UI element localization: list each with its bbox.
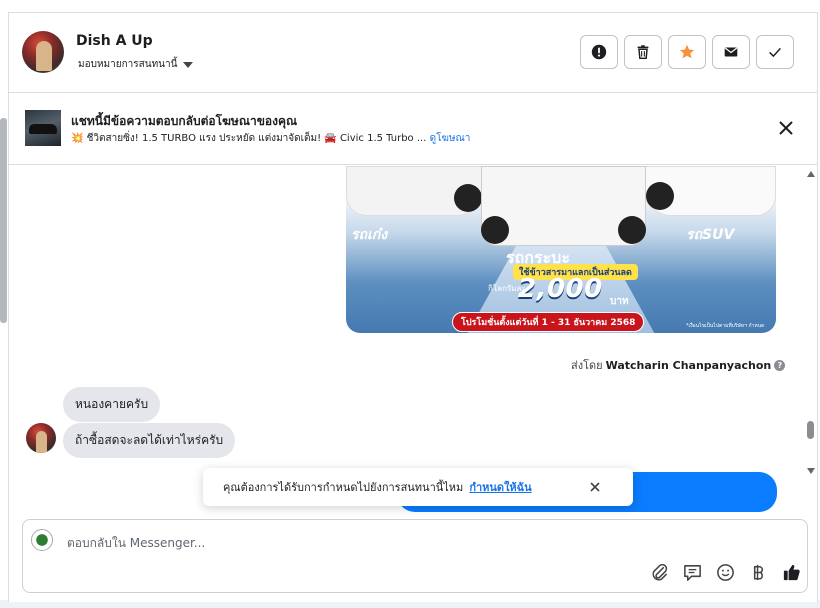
like-icon[interactable] bbox=[781, 562, 802, 583]
message-composer: ตอบกลับใน Messenger... bbox=[22, 519, 808, 593]
contact-avatar-small[interactable] bbox=[26, 423, 56, 453]
close-icon[interactable] bbox=[588, 480, 602, 494]
assign-label: มอบหมายการสนทนานี้ bbox=[78, 59, 178, 70]
contact-avatar[interactable] bbox=[22, 31, 64, 73]
left-scrollbar[interactable] bbox=[0, 118, 7, 323]
incoming-message[interactable]: หนองคายครับ bbox=[63, 387, 161, 422]
conversation-header: Dish A Up มอบหมายการสนทนานี้ bbox=[9, 13, 817, 93]
mark-unread-button[interactable] bbox=[712, 35, 750, 69]
ad-reply-banner: แชทนี้มีข้อความตอบกลับต่อโฆษณาของคุณ 💥 ช… bbox=[9, 93, 817, 165]
saved-replies-icon[interactable] bbox=[682, 562, 703, 583]
promo-period: โปรโมชั่นตั้งแต่วันที่ 1 - 31 ธันวาคม 25… bbox=[452, 312, 645, 332]
header-actions bbox=[580, 35, 794, 69]
trash-icon bbox=[637, 45, 649, 60]
caret-down-icon bbox=[183, 61, 194, 68]
close-icon[interactable] bbox=[777, 119, 795, 137]
page-avatar bbox=[31, 529, 53, 551]
sent-by-label: ส่งโดย Watcharin Chanpanyachon ? bbox=[571, 356, 786, 374]
scroll-thumb[interactable] bbox=[807, 421, 814, 439]
info-icon[interactable]: ? bbox=[774, 359, 786, 371]
promo-image-message[interactable]: รถเก๋ง รถกระบะ รถSUV ใช้ข้าวสารมาแลกเป็น… bbox=[346, 166, 776, 333]
promo-currency: บาท bbox=[610, 296, 629, 307]
assign-reminder-toast: คุณต้องการได้รับการกำหนดไปยังการสนทนานี้… bbox=[203, 468, 633, 506]
mark-done-button[interactable] bbox=[756, 35, 794, 69]
alert-icon bbox=[591, 44, 607, 60]
assign-to-me-link[interactable]: กำหนดให้ฉัน bbox=[469, 478, 531, 496]
attachment-icon[interactable] bbox=[649, 562, 670, 583]
scroll-up-icon[interactable] bbox=[807, 171, 815, 177]
promo-amount: 2,000 bbox=[518, 274, 603, 304]
follow-up-button[interactable] bbox=[668, 35, 706, 69]
promo-label-suv: รถSUV bbox=[686, 227, 735, 243]
promo-fine-print: *เงื่อนไขเป็นไปตามที่บริษัทฯ กำหนด bbox=[686, 323, 765, 329]
emoji-icon[interactable] bbox=[715, 562, 736, 583]
mail-icon bbox=[724, 47, 738, 57]
composer-tools bbox=[649, 562, 802, 583]
ad-preview-text: 💥 ชีวิตสายซิ่ง! 1.5 TURBO แรง ประหยัด แต… bbox=[71, 133, 427, 144]
assign-conversation-dropdown[interactable]: มอบหมายการสนทนานี้ bbox=[78, 57, 194, 72]
conversation-panel: Dish A Up มอบหมายการสนทนานี้ แชทนี้มีข้อ… bbox=[8, 12, 818, 602]
payment-icon[interactable] bbox=[748, 562, 769, 583]
mark-spam-button[interactable] bbox=[580, 35, 618, 69]
star-icon bbox=[679, 44, 695, 59]
sender-name: Watcharin Chanpanyachon bbox=[605, 358, 772, 372]
check-icon bbox=[769, 47, 781, 58]
ad-banner-title: แชทนี้มีข้อความตอบกลับต่อโฆษณาของคุณ bbox=[71, 114, 298, 128]
message-thread[interactable]: รถเก๋ง รถกระบะ รถSUV ใช้ข้าวสารมาแลกเป็น… bbox=[9, 166, 817, 518]
thread-scrollbar[interactable] bbox=[805, 166, 817, 478]
ad-banner-subtitle: 💥 ชีวิตสายซิ่ง! 1.5 TURBO แรง ประหยัด แต… bbox=[71, 131, 470, 146]
view-ad-link[interactable]: ดูโฆษณา bbox=[430, 133, 471, 144]
reply-input[interactable]: ตอบกลับใน Messenger... bbox=[67, 534, 205, 553]
scroll-down-icon[interactable] bbox=[807, 468, 815, 474]
contact-name[interactable]: Dish A Up bbox=[76, 33, 153, 49]
reminder-text: คุณต้องการได้รับการกำหนดไปยังการสนทนานี้… bbox=[223, 481, 464, 494]
promo-label-sedan: รถเก๋ง bbox=[351, 227, 388, 243]
incoming-message[interactable]: ถ้าซื้อสดจะลดได้เท่าไหร่ครับ bbox=[63, 423, 236, 458]
ad-thumbnail[interactable] bbox=[25, 110, 61, 146]
delete-button[interactable] bbox=[624, 35, 662, 69]
